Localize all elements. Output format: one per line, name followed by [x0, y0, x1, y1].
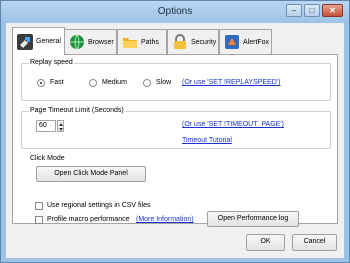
replay-fast-label[interactable]: Fast: [50, 79, 64, 86]
tab-label: AlertFox: [243, 38, 270, 46]
tools-icon: [17, 33, 33, 50]
spin-up-icon[interactable]: [59, 123, 63, 126]
tab-general[interactable]: General: [12, 27, 65, 55]
regional-settings-label[interactable]: Use regional settings in CSV files: [47, 202, 151, 209]
close-button[interactable]: ✕: [322, 4, 343, 17]
tab-paths[interactable]: Paths: [117, 29, 167, 54]
profile-performance-checkbox[interactable]: [35, 216, 43, 224]
replay-medium-radio[interactable]: [89, 79, 97, 87]
tab-label: Security: [191, 38, 217, 46]
replay-speed-group: Replay speed Fast Medium Slow (Or use 'S…: [21, 59, 331, 101]
timeout-input[interactable]: 60: [36, 120, 56, 132]
tab-security[interactable]: Security: [167, 29, 219, 54]
tab-label: Browser: [88, 38, 114, 46]
lock-icon: [174, 34, 186, 49]
tab-browser[interactable]: Browser: [64, 29, 117, 54]
page-timeout-group: Page Timeout Limit (Seconds) 60 (Or use …: [21, 107, 331, 149]
general-tab-panel: Replay speed Fast Medium Slow (Or use 'S…: [12, 54, 338, 227]
regional-settings-checkbox[interactable]: [35, 202, 43, 210]
globe-icon: [70, 34, 84, 50]
timeout-page-link[interactable]: (Or use 'SET !TIMEOUT_PAGE'): [182, 121, 284, 128]
options-window: Options – □ ✕ General Browser Paths Secu…: [0, 0, 350, 263]
timeout-spinner[interactable]: [57, 120, 64, 132]
open-performance-log-button[interactable]: Open Performance log: [207, 211, 299, 227]
replay-fast-radio[interactable]: [37, 79, 45, 87]
timeout-input-value: 60: [39, 122, 47, 129]
alertfox-icon: [225, 35, 239, 49]
page-timeout-title: Page Timeout Limit (Seconds): [29, 107, 125, 114]
click-mode-group: Click Mode Open Click Mode Panel: [21, 155, 331, 183]
cancel-button[interactable]: Cancel: [292, 234, 337, 251]
tab-label: General: [36, 38, 61, 45]
folder-icon: [123, 38, 137, 48]
replay-slow-label[interactable]: Slow: [156, 79, 171, 86]
maximize-button[interactable]: □: [304, 4, 320, 17]
replay-speed-title: Replay speed: [29, 59, 74, 66]
replay-speed-link[interactable]: (Or use 'SET !REPLAYSPEED'): [182, 79, 281, 86]
tab-label: Paths: [141, 38, 159, 46]
dialog-client-area: General Browser Paths Security AlertFox …: [6, 23, 344, 258]
tab-alertfox[interactable]: AlertFox: [219, 29, 272, 54]
minimize-button[interactable]: –: [286, 4, 302, 17]
replay-slow-radio[interactable]: [143, 79, 151, 87]
timeout-tutorial-link[interactable]: Timeout Tutorial: [182, 137, 232, 144]
more-information-link[interactable]: (More Information): [136, 216, 194, 223]
open-click-mode-button[interactable]: Open Click Mode Panel: [36, 166, 146, 182]
click-mode-title: Click Mode: [29, 155, 66, 162]
spin-down-icon[interactable]: [59, 128, 63, 131]
replay-medium-label[interactable]: Medium: [102, 79, 127, 86]
ok-button[interactable]: OK: [246, 234, 285, 251]
profile-performance-label[interactable]: Profile macro performance: [47, 216, 129, 223]
title-bar[interactable]: Options – □ ✕: [1, 1, 349, 23]
